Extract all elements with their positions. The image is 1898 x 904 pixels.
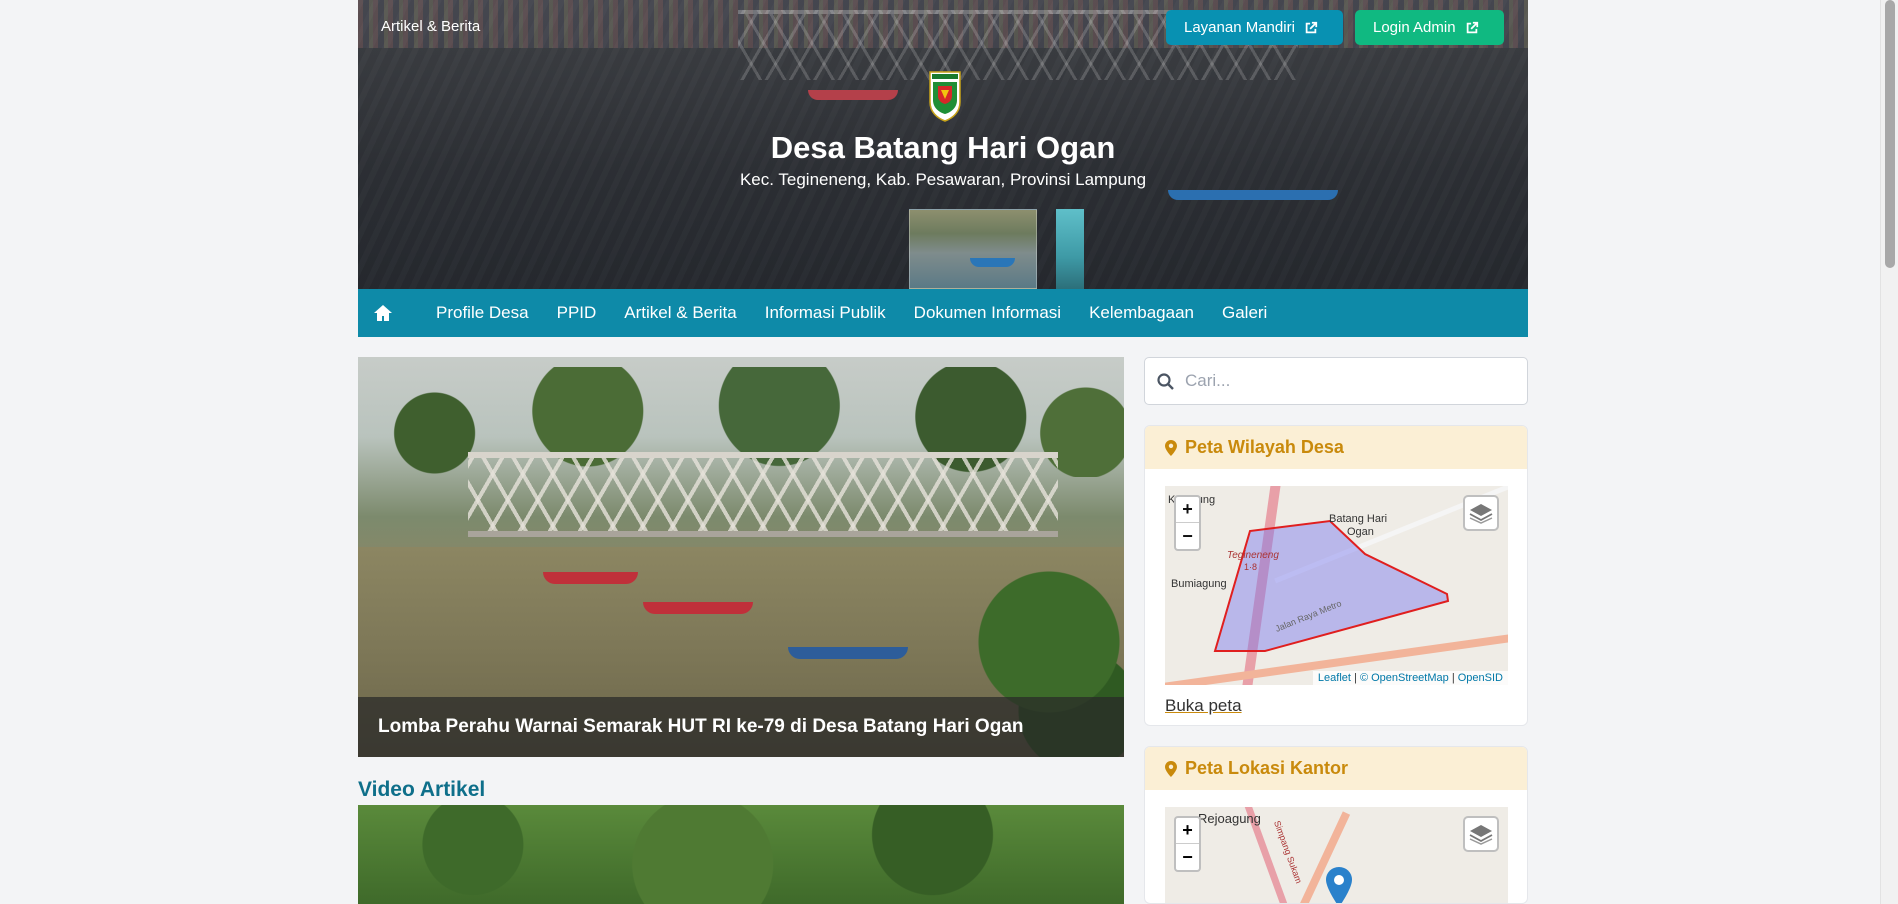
open-map-link[interactable]: Buka peta — [1165, 696, 1242, 716]
featured-article[interactable]: Lomba Perahu Warnai Semarak HUT RI ke-79… — [358, 357, 1124, 757]
nav-home[interactable] — [358, 289, 408, 337]
hero-tag[interactable]: Artikel & Berita — [381, 18, 480, 35]
nav-ppid[interactable]: PPID — [557, 303, 597, 323]
scrollbar-thumb[interactable] — [1885, 0, 1895, 268]
map-label: Ogan — [1347, 526, 1374, 538]
map-wilayah-card: Peta Wilayah Desa Kotagung Batang Hari O… — [1144, 425, 1528, 726]
external-link-icon — [1305, 21, 1318, 33]
attribution-separator: | — [1354, 672, 1357, 684]
openstreetmap-link[interactable]: © OpenStreetMap — [1360, 672, 1449, 684]
nav-kelembagaan[interactable]: Kelembagaan — [1089, 303, 1194, 323]
attribution-separator: | — [1451, 672, 1455, 684]
map-layers-button[interactable] — [1463, 495, 1499, 531]
nav-dokumen-informasi[interactable]: Dokumen Informasi — [914, 303, 1061, 323]
search-icon — [1156, 372, 1174, 390]
layers-icon — [1469, 825, 1493, 845]
nav-profile-desa[interactable]: Profile Desa — [436, 303, 529, 323]
zoom-in-button[interactable]: + — [1176, 818, 1199, 844]
map-kantor-header: Peta Lokasi Kantor — [1145, 747, 1527, 790]
page-container: Artikel & Berita Layanan Mandiri Login A… — [358, 0, 1528, 904]
photo-bridge — [468, 452, 1058, 537]
office-location-marker[interactable] — [1326, 867, 1352, 904]
map-zoom-control: + − — [1174, 816, 1201, 872]
external-link-icon — [1466, 21, 1478, 33]
zoom-out-button[interactable]: − — [1176, 523, 1199, 549]
map-label: Bumiagung — [1171, 578, 1227, 590]
photo-boat — [788, 647, 908, 659]
village-logo — [929, 71, 961, 122]
site-title: Desa Batang Hari Ogan — [770, 130, 1116, 165]
map-label: Tegineneng — [1227, 550, 1279, 561]
map-pin-icon — [1165, 760, 1177, 777]
map-wilayah[interactable]: Kotagung Batang Hari Ogan Tegineneng 1·8… — [1165, 486, 1508, 685]
hero-boat — [808, 90, 898, 100]
home-icon — [374, 305, 392, 321]
hero-gallery-thumb[interactable] — [1056, 209, 1084, 289]
zoom-out-button[interactable]: − — [1176, 844, 1199, 870]
main-nav: Profile Desa PPID Artikel & Berita Infor… — [358, 289, 1528, 337]
search-box[interactable] — [1144, 357, 1528, 405]
video-section-title: Video Artikel — [358, 778, 486, 801]
map-kantor-title: Peta Lokasi Kantor — [1185, 758, 1349, 778]
map-kantor[interactable]: Rejoagung Simpang Sukam + − — [1165, 807, 1508, 904]
map-kantor-card: Peta Lokasi Kantor Rejoagung Simpang Suk… — [1144, 746, 1528, 904]
leaflet-link[interactable]: Leaflet — [1318, 672, 1351, 684]
map-wilayah-header: Peta Wilayah Desa — [1145, 426, 1527, 469]
photo-boat — [643, 602, 753, 614]
nav-artikel-berita[interactable]: Artikel & Berita — [624, 303, 736, 323]
map-pin-icon — [1165, 439, 1177, 456]
hero-gallery-thumb[interactable] — [909, 209, 1037, 289]
zoom-in-button[interactable]: + — [1176, 497, 1199, 523]
map-attribution: Leaflet | © OpenStreetMap | OpenSID — [1312, 671, 1508, 685]
page-scrollbar[interactable] — [1880, 0, 1898, 904]
nav-informasi-publik[interactable]: Informasi Publik — [765, 303, 886, 323]
login-admin-button[interactable]: Login Admin — [1355, 10, 1504, 45]
login-admin-label: Login Admin — [1373, 19, 1456, 36]
video-article-thumbnail[interactable] — [358, 805, 1124, 904]
map-layers-button[interactable] — [1463, 816, 1499, 852]
photo-boat — [543, 572, 638, 584]
map-zoom-control: + − — [1174, 495, 1201, 551]
map-label: Rejoagung — [1198, 811, 1261, 826]
map-wilayah-title: Peta Wilayah Desa — [1185, 437, 1344, 457]
hero-boat — [1168, 190, 1338, 200]
hero-banner: Artikel & Berita Layanan Mandiri Login A… — [358, 0, 1528, 289]
layers-icon — [1469, 504, 1493, 524]
layanan-mandiri-label: Layanan Mandiri — [1184, 19, 1295, 36]
map-label: 1·8 — [1244, 562, 1258, 572]
nav-galeri[interactable]: Galeri — [1222, 303, 1267, 323]
layanan-mandiri-button[interactable]: Layanan Mandiri — [1166, 10, 1343, 45]
opensid-link[interactable]: OpenSID — [1458, 672, 1503, 684]
search-input[interactable] — [1185, 371, 1505, 391]
site-subtitle: Kec. Tegineneng, Kab. Pesawaran, Provins… — [739, 170, 1147, 189]
featured-article-title[interactable]: Lomba Perahu Warnai Semarak HUT RI ke-79… — [358, 697, 1124, 757]
map-label: Batang Hari — [1329, 513, 1388, 525]
